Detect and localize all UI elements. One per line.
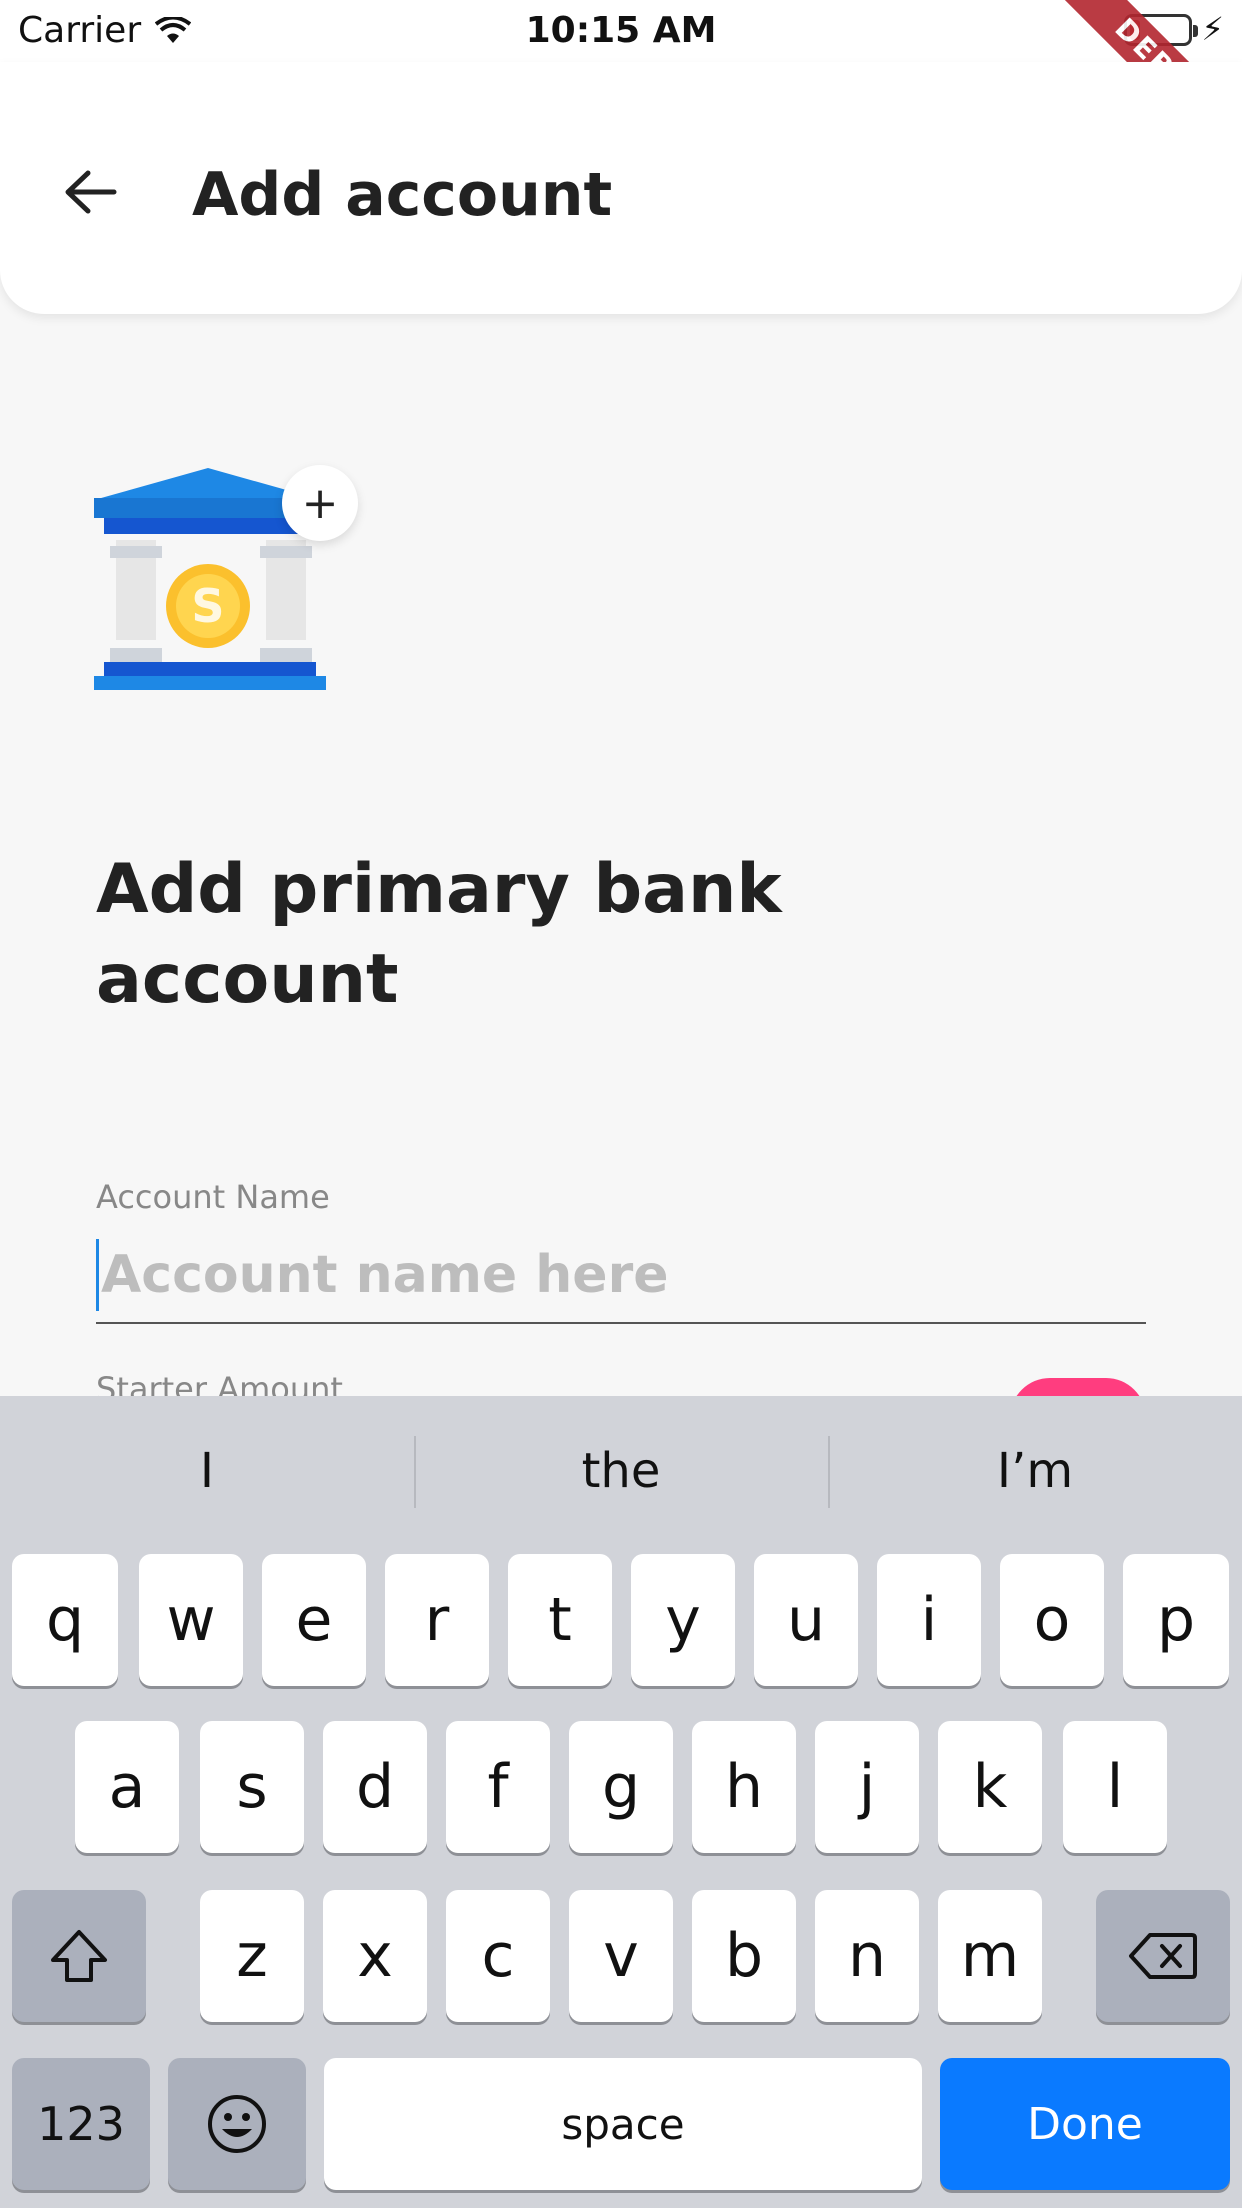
emoji-key[interactable] — [168, 2058, 306, 2190]
status-time: 10:15 AM — [525, 10, 717, 51]
suggestion-item[interactable]: I — [0, 1396, 414, 1546]
key-g[interactable]: g — [569, 1721, 673, 1853]
backspace-icon — [1129, 1933, 1197, 1979]
key-h[interactable]: h — [692, 1721, 796, 1853]
suggestion-bar: I the I’m — [0, 1396, 1242, 1546]
key-n[interactable]: n — [815, 1890, 919, 2022]
heading-line-1: Add primary bank — [96, 850, 782, 929]
key-k[interactable]: k — [938, 1721, 1042, 1853]
key-m[interactable]: m — [938, 1890, 1042, 2022]
key-t[interactable]: t — [508, 1554, 612, 1686]
key-r[interactable]: r — [385, 1554, 489, 1686]
charging-bolt-icon: ⚡ — [1201, 10, 1224, 48]
key-b[interactable]: b — [692, 1890, 796, 2022]
shift-icon — [51, 1930, 107, 1982]
key-s[interactable]: s — [200, 1721, 304, 1853]
key-y[interactable]: y — [631, 1554, 735, 1686]
space-key[interactable]: space — [324, 2058, 922, 2190]
key-l[interactable]: l — [1063, 1721, 1167, 1853]
key-d[interactable]: d — [323, 1721, 427, 1853]
keyboard: I the I’m q w e r t y u i o p a s d f g … — [0, 1396, 1242, 2208]
suggestion-item[interactable]: I’m — [828, 1396, 1242, 1546]
key-a[interactable]: a — [75, 1721, 179, 1853]
app-bar: Add account — [0, 62, 1242, 314]
heading-line-2: account — [96, 940, 399, 1019]
emoji-icon — [208, 2095, 266, 2153]
account-name-label: Account Name — [96, 1178, 330, 1216]
add-badge-plus-icon: + — [282, 465, 358, 541]
arrow-left-icon — [65, 170, 117, 214]
svg-text:S: S — [191, 579, 224, 633]
done-key[interactable]: Done — [940, 2058, 1230, 2190]
key-e[interactable]: e — [262, 1554, 366, 1686]
account-name-input[interactable]: Account name here — [96, 1228, 1146, 1324]
key-z[interactable]: z — [200, 1890, 304, 2022]
shift-key[interactable] — [12, 1890, 146, 2022]
back-button[interactable] — [50, 152, 130, 232]
key-c[interactable]: c — [446, 1890, 550, 2022]
section-heading: Add primary bank account — [96, 845, 996, 1025]
key-o[interactable]: o — [1000, 1554, 1104, 1686]
key-p[interactable]: p — [1123, 1554, 1229, 1686]
key-x[interactable]: x — [323, 1890, 427, 2022]
status-bar: Carrier 10:15 AM ⚡ — [0, 0, 1242, 62]
key-w[interactable]: w — [139, 1554, 243, 1686]
text-caret — [96, 1239, 99, 1311]
page-title: Add account — [192, 160, 613, 230]
key-q[interactable]: q — [12, 1554, 118, 1686]
key-j[interactable]: j — [815, 1721, 919, 1853]
numbers-key[interactable]: 123 — [12, 2058, 150, 2190]
key-v[interactable]: v — [569, 1890, 673, 2022]
suggestion-item[interactable]: the — [414, 1396, 828, 1546]
key-f[interactable]: f — [446, 1721, 550, 1853]
account-name-placeholder: Account name here — [101, 1245, 669, 1305]
key-i[interactable]: i — [877, 1554, 981, 1686]
delete-key[interactable] — [1096, 1890, 1230, 2022]
key-u[interactable]: u — [754, 1554, 858, 1686]
